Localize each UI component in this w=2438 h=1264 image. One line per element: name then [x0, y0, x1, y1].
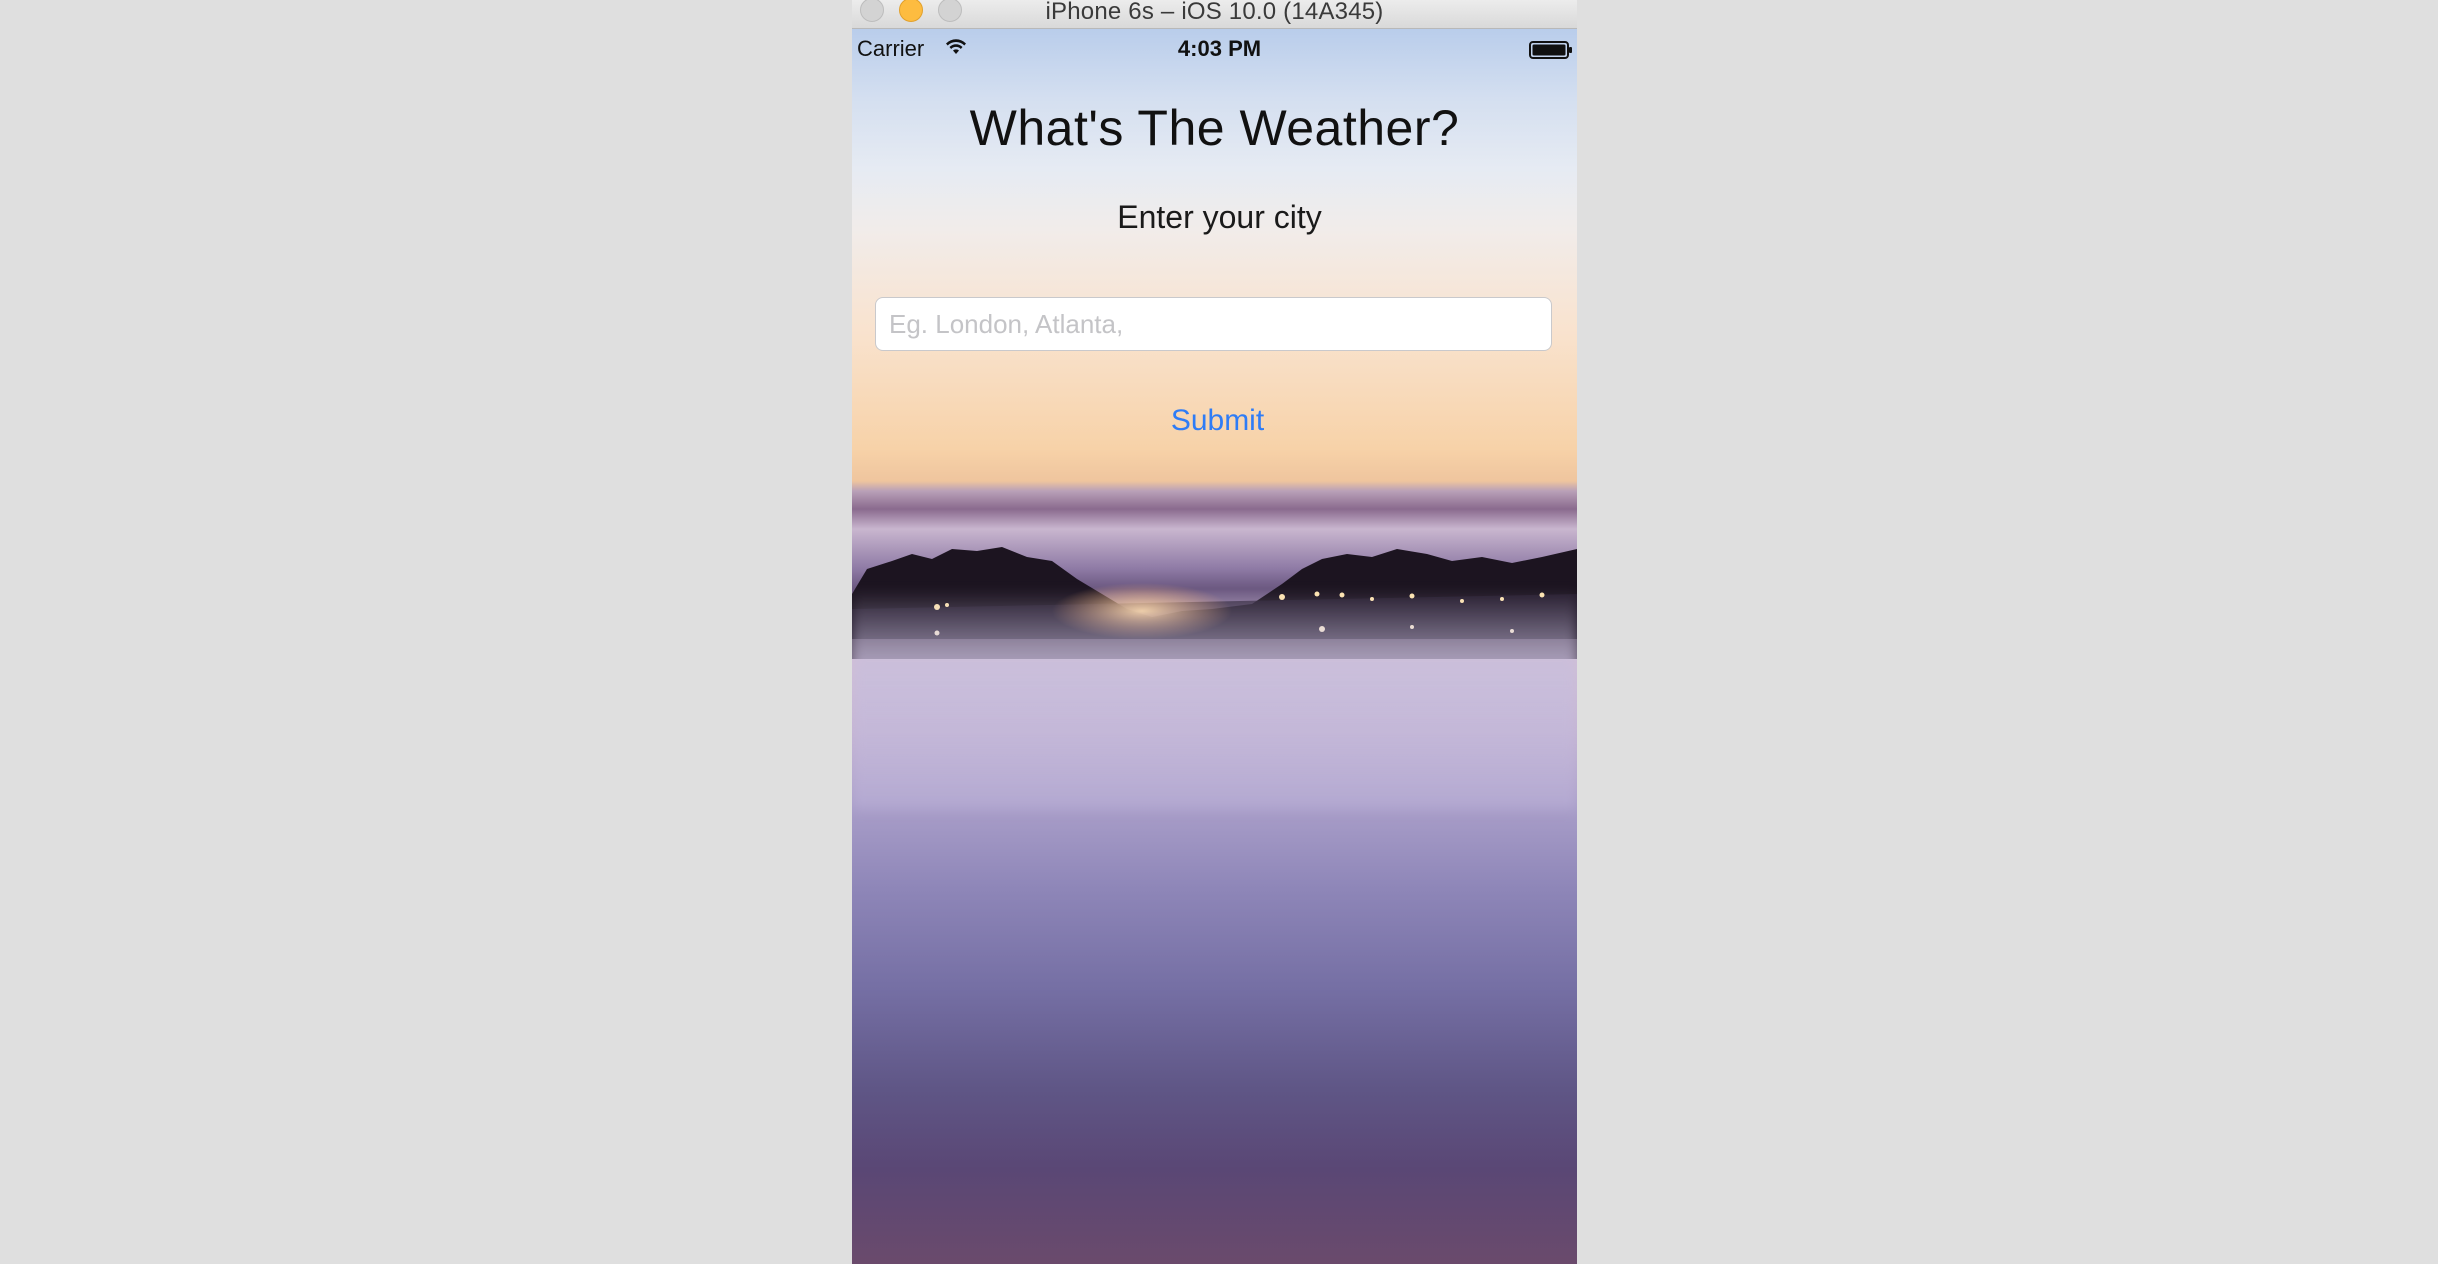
- battery-icon: [1529, 41, 1572, 59]
- window-titlebar[interactable]: iPhone 6s – iOS 10.0 (14A345): [852, 0, 1577, 29]
- status-bar: Carrier 4:03 PM: [852, 29, 1577, 69]
- submit-button[interactable]: Submit: [1135, 399, 1295, 443]
- simulator-window: iPhone 6s – iOS 10.0 (14A345) Carrier 4:…: [852, 0, 1577, 1264]
- window-title: iPhone 6s – iOS 10.0 (14A345): [1045, 0, 1384, 25]
- status-time: 4:03 PM: [1177, 36, 1262, 61]
- page-title: What's The Weather?: [969, 100, 1460, 156]
- city-prompt-label: Enter your city: [1117, 199, 1322, 235]
- fog-layer: [852, 589, 1577, 809]
- city-input[interactable]: [875, 297, 1552, 351]
- phone-screen: Carrier 4:03 PM What's The Weather? Ente…: [852, 29, 1577, 1264]
- desktop-background: iPhone 6s – iOS 10.0 (14A345) Carrier 4:…: [0, 0, 2438, 1264]
